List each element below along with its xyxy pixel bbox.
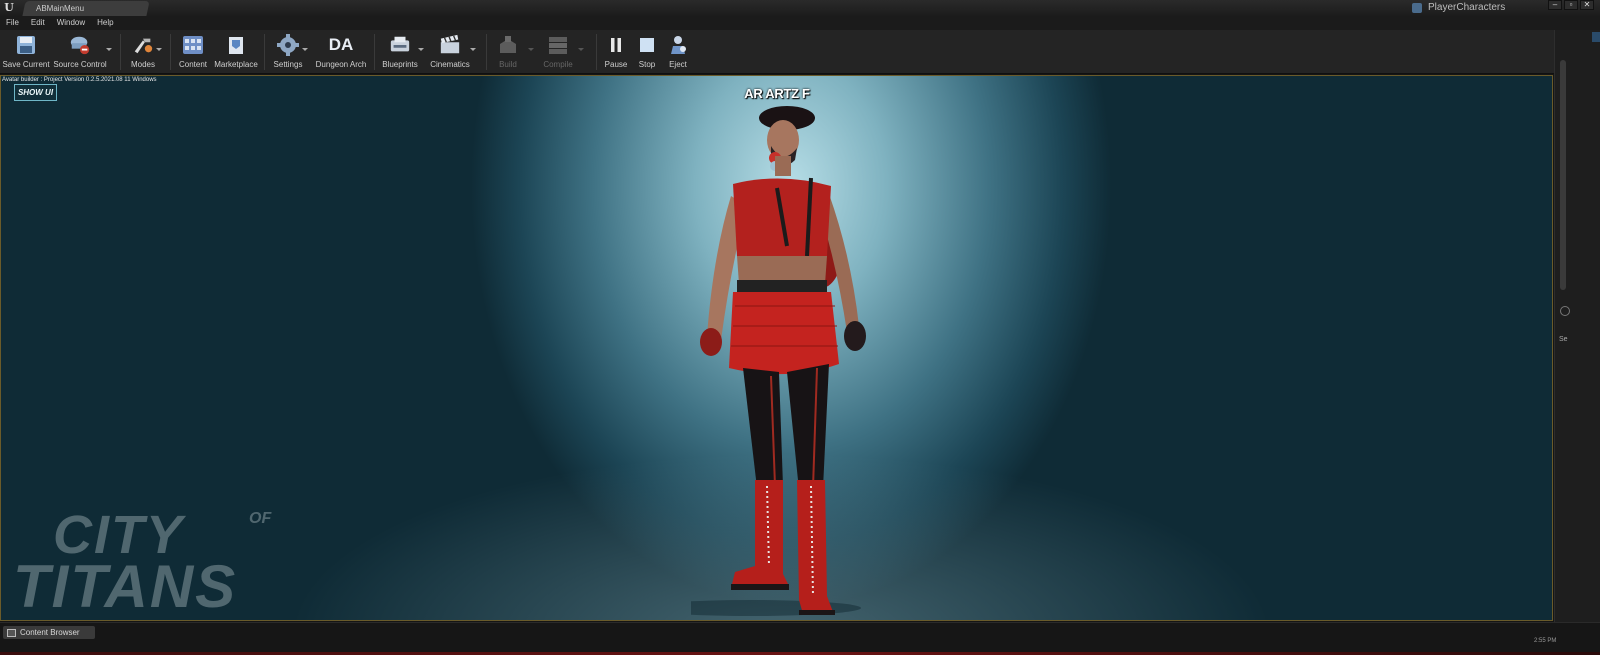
dungeon-arch-label: Dungeon Arch bbox=[315, 60, 367, 69]
marketplace-button[interactable]: Marketplace bbox=[214, 32, 258, 72]
modes-icon bbox=[132, 34, 154, 56]
marketplace-icon bbox=[225, 34, 247, 56]
settings-dropdown-icon[interactable] bbox=[302, 48, 308, 51]
build-dropdown-icon[interactable] bbox=[528, 48, 534, 51]
right-panel-scrollbar[interactable] bbox=[1560, 60, 1566, 290]
cinematics-dropdown-icon[interactable] bbox=[470, 48, 476, 51]
eject-icon bbox=[667, 34, 689, 56]
title-bar: U ABMainMenu PlayerCharacters – ▫ ✕ bbox=[0, 0, 1600, 16]
window-controls: – ▫ ✕ bbox=[1548, 0, 1594, 10]
search-icon[interactable] bbox=[1560, 306, 1570, 316]
logo-titans-text: TITANS bbox=[13, 553, 238, 620]
project-name: PlayerCharacters bbox=[1428, 2, 1506, 13]
eject-label: Eject bbox=[669, 60, 687, 69]
settings-label: Settings bbox=[273, 60, 303, 69]
compile-label: Compile bbox=[543, 60, 573, 69]
stop-label: Stop bbox=[638, 60, 656, 69]
close-button[interactable]: ✕ bbox=[1580, 0, 1594, 10]
content-browser-tab[interactable]: Content Browser bbox=[3, 626, 95, 639]
toolbar-separator bbox=[374, 34, 375, 70]
toolbar-separator bbox=[170, 34, 171, 70]
settings-icon bbox=[277, 34, 299, 56]
pause-label: Pause bbox=[604, 60, 628, 69]
blueprints-icon bbox=[389, 34, 411, 56]
dungeon-arch-button[interactable]: DA Dungeon Arch bbox=[314, 32, 368, 72]
pause-icon bbox=[605, 34, 627, 56]
stop-button[interactable]: Stop bbox=[634, 32, 660, 72]
blueprints-label: Blueprints bbox=[382, 60, 418, 69]
compile-dropdown-icon[interactable] bbox=[578, 48, 584, 51]
taskbar-clock: 2:55 PM bbox=[1534, 638, 1557, 644]
content-browser-icon bbox=[7, 628, 16, 637]
document-tab[interactable]: ABMainMenu bbox=[22, 1, 150, 16]
show-ui-button[interactable]: SHOW UI bbox=[14, 84, 57, 101]
bottom-bar: Content Browser bbox=[0, 622, 1600, 655]
marketplace-label: Marketplace bbox=[214, 60, 258, 69]
build-button[interactable]: Build bbox=[492, 32, 524, 72]
right-panel-text: Se bbox=[1559, 336, 1568, 343]
source-control-label: Source Control bbox=[53, 60, 107, 69]
menu-window[interactable]: Window bbox=[57, 16, 85, 30]
compile-button[interactable]: Compile bbox=[538, 32, 578, 72]
blueprints-dropdown-icon[interactable] bbox=[418, 48, 424, 51]
settings-button[interactable]: Settings bbox=[270, 32, 306, 72]
menu-file[interactable]: File bbox=[6, 16, 19, 30]
modes-button[interactable]: Modes bbox=[126, 32, 160, 72]
unreal-logo-icon: U bbox=[4, 1, 14, 14]
menu-help[interactable]: Help bbox=[97, 16, 113, 30]
menu-bar: File Edit Window Help bbox=[0, 16, 1600, 30]
save-current-label: Save Current bbox=[2, 60, 50, 69]
cinematics-label: Cinematics bbox=[430, 60, 470, 69]
menu-edit[interactable]: Edit bbox=[31, 16, 45, 30]
document-tab-label: ABMainMenu bbox=[36, 4, 85, 13]
dungeon-arch-icon: DA bbox=[326, 34, 356, 56]
character-name: AR ARTZ F bbox=[744, 86, 810, 101]
dungeon-arch-glyph: DA bbox=[328, 35, 354, 54]
content-browser-label: Content Browser bbox=[20, 628, 80, 637]
cinematics-button[interactable]: Cinematics bbox=[428, 32, 472, 72]
modes-label: Modes bbox=[130, 60, 155, 69]
panel-tab-icon[interactable] bbox=[1592, 32, 1600, 42]
toolbar-separator bbox=[120, 34, 121, 70]
project-icon bbox=[1412, 3, 1422, 13]
compile-icon bbox=[547, 34, 569, 56]
source-control-button[interactable]: Source Control bbox=[52, 32, 108, 72]
version-text: Avatar builder : Project Version 0.2.5.2… bbox=[2, 77, 157, 83]
blueprints-button[interactable]: Blueprints bbox=[380, 32, 420, 72]
content-button[interactable]: Content bbox=[176, 32, 210, 72]
toolbar-separator bbox=[596, 34, 597, 70]
save-icon bbox=[15, 34, 37, 56]
character-model bbox=[691, 106, 866, 616]
source-control-dropdown-icon[interactable] bbox=[106, 48, 112, 51]
stop-icon bbox=[636, 34, 658, 56]
eject-button[interactable]: Eject bbox=[664, 32, 692, 72]
save-current-button[interactable]: Save Current bbox=[2, 32, 50, 72]
game-viewport[interactable]: Avatar builder : Project Version 0.2.5.2… bbox=[0, 75, 1553, 621]
main-toolbar: Save Current Source Control Modes Conten… bbox=[0, 30, 1600, 74]
source-control-icon bbox=[69, 34, 91, 56]
content-icon bbox=[182, 34, 204, 56]
toolbar-separator bbox=[486, 34, 487, 70]
cinematics-icon bbox=[439, 34, 461, 56]
content-label: Content bbox=[178, 60, 208, 69]
city-of-titans-logo: CITY OF TITANS bbox=[13, 504, 343, 620]
minimize-button[interactable]: – bbox=[1548, 0, 1562, 10]
build-icon bbox=[497, 34, 519, 56]
build-label: Build bbox=[499, 60, 517, 69]
toolbar-separator bbox=[264, 34, 265, 70]
logo-of-text: OF bbox=[249, 510, 272, 527]
modes-dropdown-icon[interactable] bbox=[156, 48, 162, 51]
pause-button[interactable]: Pause bbox=[602, 32, 630, 72]
maximize-button[interactable]: ▫ bbox=[1564, 0, 1578, 10]
